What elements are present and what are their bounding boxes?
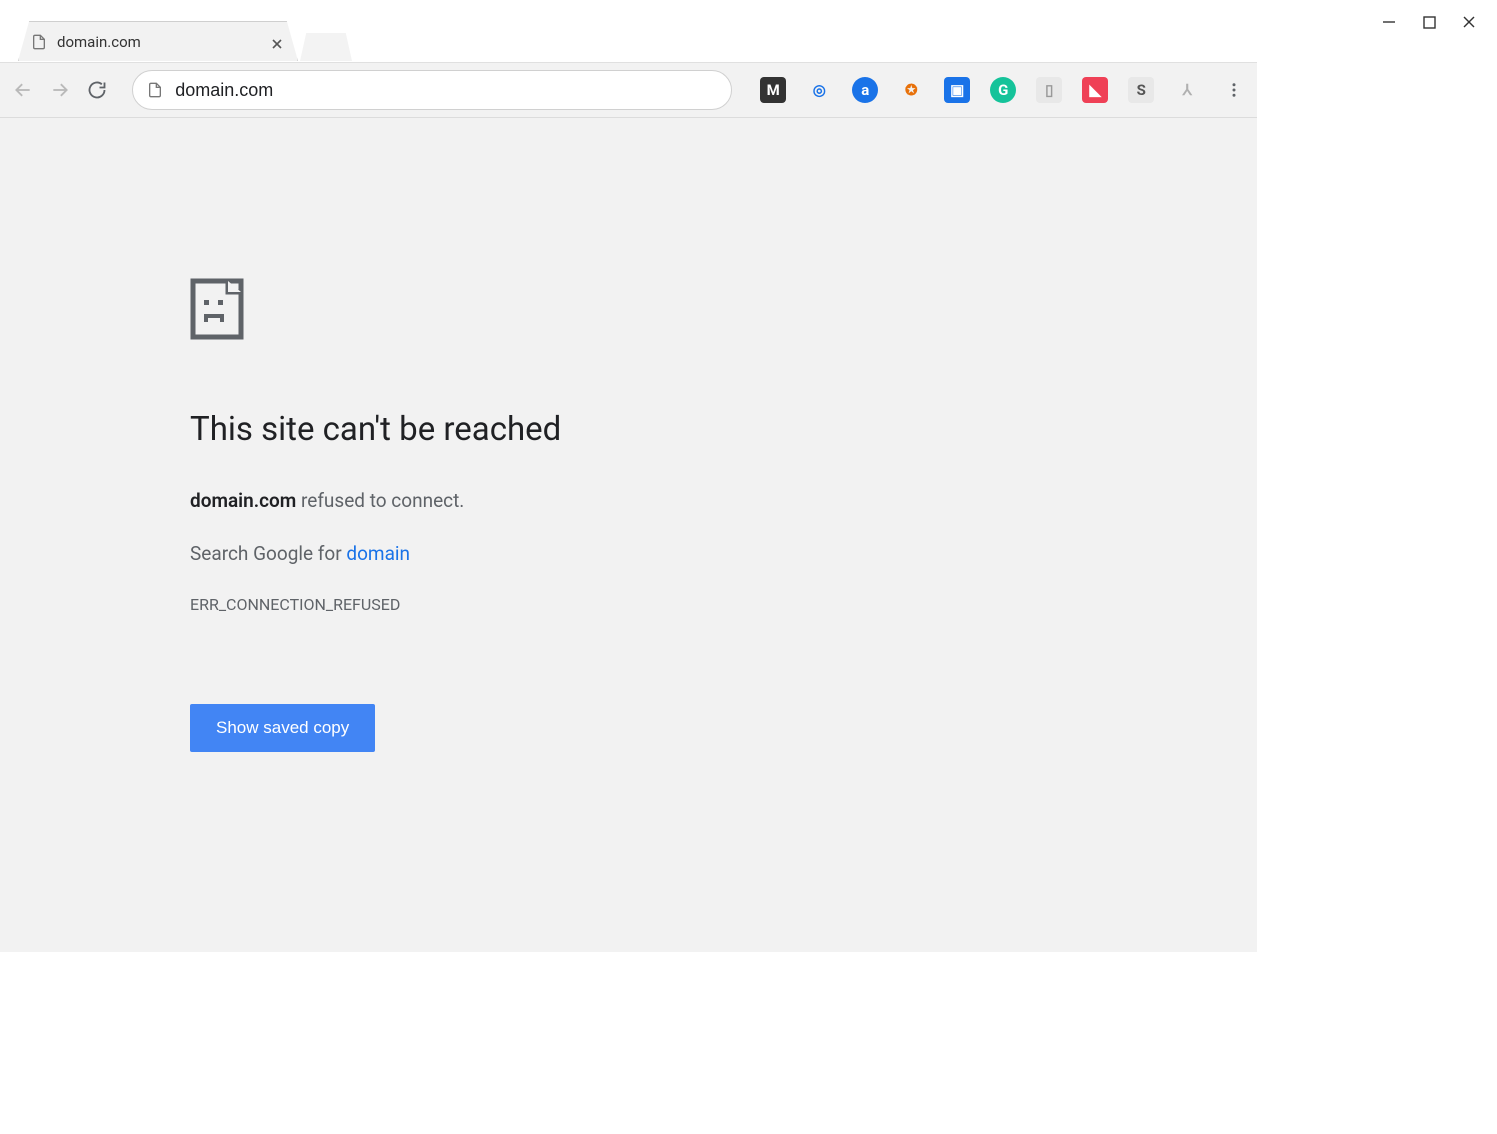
- error-host: domain.com: [190, 489, 296, 512]
- file-icon: [31, 34, 47, 50]
- page-content: This site can't be reached domain.com re…: [0, 118, 1257, 952]
- back-button[interactable]: [12, 78, 35, 102]
- screenshot-icon[interactable]: ▣: [944, 77, 970, 103]
- browser-tab[interactable]: domain.com: [18, 21, 298, 61]
- tab-title: domain.com: [57, 33, 261, 51]
- address-bar[interactable]: [132, 70, 732, 110]
- forward-button[interactable]: [49, 78, 72, 102]
- doc-icon[interactable]: ▯: [1036, 77, 1062, 103]
- search-suggestion: Search Google for domain: [190, 542, 1257, 565]
- new-tab-button[interactable]: [300, 33, 352, 61]
- grammarly-icon[interactable]: G: [990, 77, 1016, 103]
- error-code: ERR_CONNECTION_REFUSED: [190, 595, 1257, 614]
- sad-page-icon: [190, 278, 244, 340]
- tab-close-button[interactable]: [271, 35, 285, 49]
- s-icon[interactable]: S: [1128, 77, 1154, 103]
- page-icon: [147, 82, 163, 98]
- close-window-button[interactable]: [1461, 14, 1477, 30]
- error-title: This site can't be reached: [190, 410, 1257, 449]
- window-controls: [1361, 0, 1497, 44]
- extensions-bar: M ◎ a ✪ ▣ G ▯ ◣ S ⅄: [760, 77, 1200, 103]
- reload-button[interactable]: [86, 78, 109, 102]
- minimize-button[interactable]: [1381, 14, 1397, 30]
- amazon-icon[interactable]: a: [852, 77, 878, 103]
- megasync-icon[interactable]: M: [760, 77, 786, 103]
- toolbar: M ◎ a ✪ ▣ G ▯ ◣ S ⅄: [0, 62, 1257, 118]
- show-saved-copy-button[interactable]: Show saved copy: [190, 704, 375, 752]
- menu-button[interactable]: [1222, 78, 1245, 102]
- search-link[interactable]: domain: [346, 542, 410, 565]
- maximize-button[interactable]: [1421, 14, 1437, 30]
- circle-q-icon[interactable]: ◎: [806, 77, 832, 103]
- wishbone-icon[interactable]: ⅄: [1174, 77, 1200, 103]
- error-message: domain.com refused to connect.: [190, 489, 1257, 512]
- error-refused-text: refused to connect.: [296, 489, 464, 512]
- bitly-icon[interactable]: ✪: [898, 77, 924, 103]
- pocket-icon[interactable]: ◣: [1082, 77, 1108, 103]
- url-input[interactable]: [175, 80, 717, 101]
- tab-strip: domain.com: [0, 0, 1257, 62]
- search-prefix: Search Google for: [190, 542, 346, 565]
